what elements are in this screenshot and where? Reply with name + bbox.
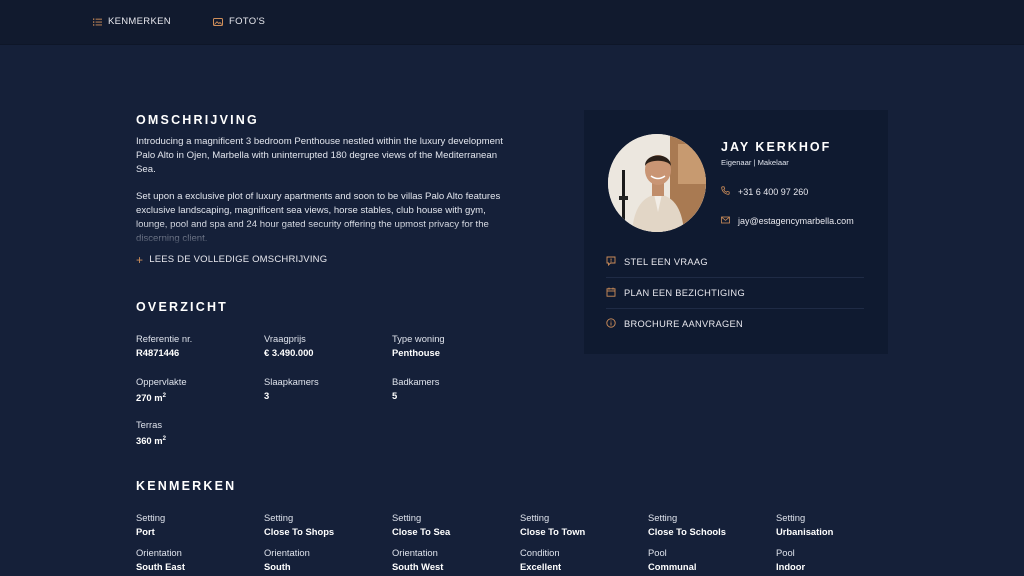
feature-label: Setting [392,512,422,523]
feature-item: Setting Close To Schools [648,512,768,539]
agent-role: Eigenaar | Makelaar [721,158,789,167]
field-value: € 3.490.000 [264,347,314,358]
feature-value: Excellent [520,561,562,572]
feature-item: Setting Close To Shops [264,512,384,539]
feature-value: Close To Sea [392,526,451,537]
field-label: Referentie nr. [136,333,193,344]
photos-icon [213,17,223,26]
nav-item-label: KENMERKEN [108,16,171,27]
request-brochure-button[interactable]: BROCHURE AANVRAGEN [606,309,864,339]
schedule-viewing-button[interactable]: PLAN EEN BEZICHTIGING [606,278,864,308]
field-value: 5 [392,390,398,401]
feature-label: Setting [264,512,294,523]
feature-item: Setting Close To Town [520,512,640,539]
ask-question-button[interactable]: STEL EEN VRAAG [606,247,864,277]
unit-superscript: 2 [162,393,166,399]
field-label: Badkamers [392,376,440,387]
action-label: BROCHURE AANVRAGEN [624,319,744,329]
feature-label: Pool [776,547,795,558]
field-value: R4871446 [136,347,180,358]
field-label: Slaapkamers [264,376,319,387]
plus-icon: + [136,252,144,267]
agent-avatar [608,134,706,232]
feature-label: Orientation [264,547,310,558]
agent-phone: +31 6 400 97 260 [738,186,809,197]
description-paragraph: Introducing a magnificent 3 bedroom Pent… [136,136,503,175]
action-label: PLAN EEN BEZICHTIGING [624,288,745,298]
agent-email-link[interactable]: jay@estagencymarbella.com [721,216,854,226]
overview-title: OVERZICHT [136,300,229,314]
feature-item: Setting Close To Sea [392,512,512,539]
overview-field-area: Oppervlakte 270 m2 [136,376,256,405]
feature-value: Indoor [776,561,806,572]
feature-label: Orientation [136,547,182,558]
features-title: KENMERKEN [136,479,237,493]
agent-phone-link[interactable]: +31 6 400 97 260 [721,186,808,197]
agent-contact-card: JAY KERKHOF Eigenaar | Makelaar +31 6 40… [584,110,888,354]
field-value: 270 m2 [136,392,166,403]
description-title: OMSCHRIJVING [136,113,259,127]
email-icon [721,216,730,226]
feature-value: South East [136,561,185,572]
action-label: STEL EEN VRAAG [624,257,708,267]
feature-value: South West [392,561,444,572]
feature-value: Close To Shops [264,526,335,537]
calendar-icon [606,287,616,299]
unit-superscript: 2 [162,436,166,442]
description-fade-overlay [136,222,506,244]
question-bubble-icon [606,256,616,268]
top-navigation-bar: KENMERKEN FOTO'S [0,0,1024,45]
overview-field-price: Vraagprijs € 3.490.000 [264,333,384,360]
feature-item: Orientation South West [392,547,512,574]
field-value: 3 [264,390,270,401]
overview-field-bedrooms: Slaapkamers 3 [264,376,384,403]
read-full-description-link[interactable]: + LEES DE VOLLEDIGE OMSCHRIJVING [136,252,328,267]
overview-field-type: Type woning Penthouse [392,333,512,360]
nav-item-fotos[interactable]: FOTO'S [213,16,265,27]
list-icon [93,18,102,26]
feature-label: Pool [648,547,667,558]
feature-value: Close To Town [520,526,586,537]
field-label: Oppervlakte [136,376,187,387]
feature-value: Communal [648,561,697,572]
field-label: Vraagprijs [264,333,306,344]
field-label: Type woning [392,333,445,344]
feature-label: Setting [136,512,166,523]
feature-item: Setting Urbanisation [776,512,896,539]
feature-item: Orientation South East [136,547,256,574]
phone-icon [721,186,730,197]
field-label: Terras [136,419,163,430]
nav-item-label: FOTO'S [229,16,266,27]
feature-item: Pool Communal [648,547,768,574]
feature-item: Condition Excellent [520,547,640,574]
nav-item-kenmerken[interactable]: KENMERKEN [93,16,171,27]
overview-field-terrace: Terras 360 m2 [136,419,256,448]
feature-value: Port [136,526,155,537]
overview-field-reference: Referentie nr. R4871446 [136,333,256,360]
feature-label: Condition [520,547,560,558]
feature-label: Setting [776,512,806,523]
agent-email: jay@estagencymarbella.com [738,216,854,226]
feature-value: Urbanisation [776,526,834,537]
feature-label: Orientation [392,547,438,558]
feature-value: South [264,561,291,572]
info-icon [606,318,616,330]
field-value: 360 m2 [136,435,166,446]
agent-name: JAY KERKHOF [721,140,832,154]
feature-label: Setting [648,512,678,523]
feature-item: Pool Indoor [776,547,896,574]
feature-item: Setting Port [136,512,256,539]
overview-field-bathrooms: Badkamers 5 [392,376,512,403]
feature-value: Close To Schools [648,526,726,537]
read-more-label: LEES DE VOLLEDIGE OMSCHRIJVING [149,254,328,265]
feature-label: Setting [520,512,550,523]
field-value: Penthouse [392,347,440,358]
feature-item: Orientation South [264,547,384,574]
